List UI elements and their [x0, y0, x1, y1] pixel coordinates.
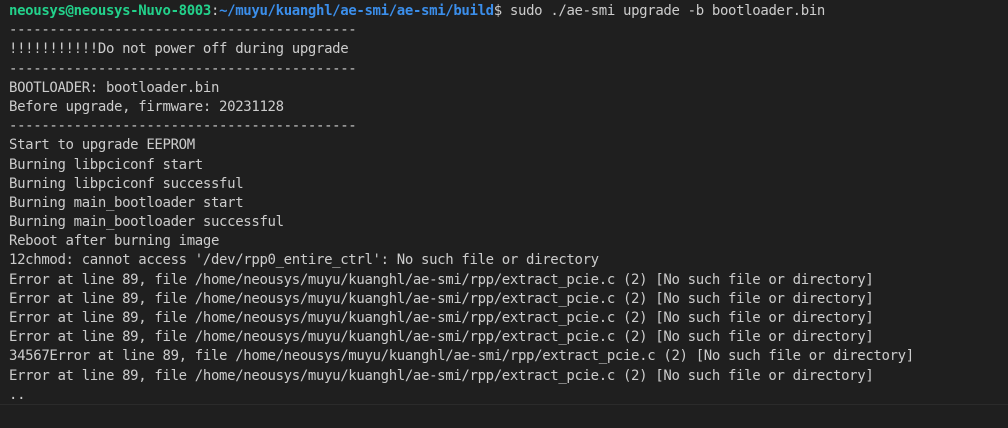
prompt-user-host: neousys@neousys-Nuvo-8003 [9, 3, 211, 19]
terminal-bottom-area [0, 405, 1008, 428]
output-line: ----------------------------------------… [9, 22, 357, 39]
prompt-line: neousys@neousys-Nuvo-8003:~/muyu/kuanghl… [9, 2, 1008, 21]
terminal-output[interactable]: neousys@neousys-Nuvo-8003:~/muyu/kuanghl… [0, 0, 1008, 404]
prompt-separator: : [210, 3, 220, 19]
output-line: Error at line 89, file /home/neousys/muy… [9, 310, 874, 326]
output-line: Error at line 89, file /home/neousys/muy… [9, 290, 874, 307]
output-line: 12chmod: cannot access '/dev/rpp0_entire… [9, 252, 599, 269]
output-line: .. [9, 386, 26, 403]
prompt-symbol: $ [493, 3, 502, 19]
output-line: Burning main_bootloader start [9, 194, 244, 211]
output-line: Error at line 89, file /home/neousys/muy… [9, 329, 874, 346]
output-line: ----------------------------------------… [9, 118, 357, 135]
prompt-command: sudo ./ae-smi upgrade -b bootloader.bin [501, 3, 825, 19]
output-line: Reboot after burning image [9, 233, 220, 250]
output-line: !!!!!!!!!!!Do not power off during upgra… [9, 41, 349, 58]
output-line: ----------------------------------------… [9, 60, 357, 77]
output-line: Burning main_bootloader successful [9, 214, 284, 231]
output-line: Error at line 89, file /home/neousys/muy… [9, 367, 874, 384]
output-line: 34567Error at line 89, file /home/neousy… [9, 348, 914, 365]
output-line: Burning libpciconf successful [9, 175, 244, 192]
prompt-path: ~/muyu/kuanghl/ae-smi/ae-smi/build [219, 3, 494, 19]
output-line: Error at line 89, file /home/neousys/muy… [9, 271, 874, 288]
output-line: Before upgrade, firmware: 20231128 [9, 98, 284, 115]
output-line: Start to upgrade EEPROM [9, 137, 195, 154]
output-line: Burning libpciconf start [9, 156, 203, 173]
output-line: BOOTLOADER: bootloader.bin [9, 79, 220, 96]
